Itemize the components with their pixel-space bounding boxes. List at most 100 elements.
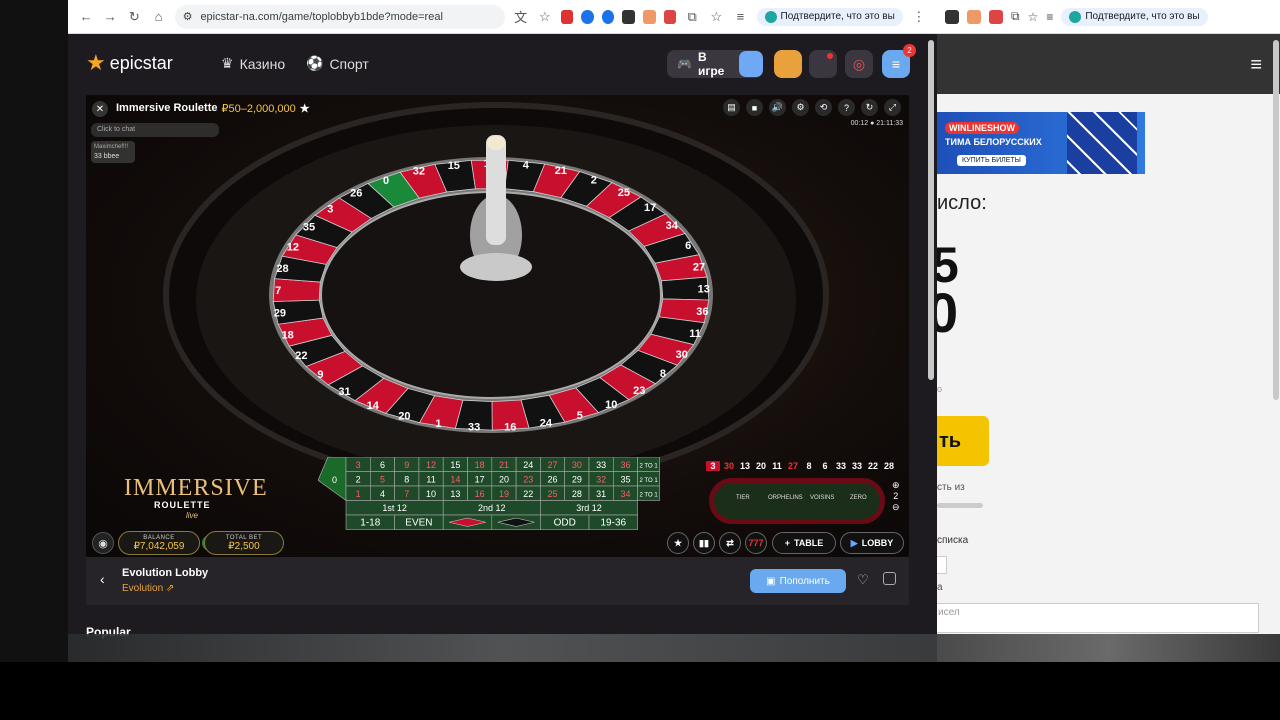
bet-outside-label[interactable]: 19-36 <box>601 518 627 529</box>
in-game-button[interactable]: 🎮 В игре <box>667 50 763 78</box>
bet-cell-number[interactable]: 26 <box>548 475 558 485</box>
nav-casino[interactable]: ♛ Казино <box>221 55 285 72</box>
bet-cell-number[interactable]: 12 <box>426 460 436 470</box>
bet-cell-number[interactable]: 27 <box>548 460 558 470</box>
bet-cell-number[interactable]: 11 <box>426 475 435 485</box>
metamask-icon[interactable] <box>663 9 677 24</box>
bet-cell-number[interactable]: 30 <box>572 460 582 470</box>
minus-icon[interactable]: ⊖ <box>892 502 900 513</box>
reading-list-icon-2[interactable]: ≡ <box>1046 10 1053 24</box>
back-icon[interactable]: ← <box>78 8 94 26</box>
numbers-input[interactable]: исел <box>937 603 1259 633</box>
bet-dozen-label[interactable]: 3rd 12 <box>576 503 602 513</box>
extension-icon-4[interactable] <box>622 9 636 24</box>
chat-toggle-icon[interactable]: ▤ <box>723 99 740 116</box>
page-scrollbar[interactable] <box>928 40 934 380</box>
bet-cell-number[interactable]: 15 <box>450 460 460 470</box>
help-icon[interactable]: ? <box>838 99 855 116</box>
extension-icon-5[interactable] <box>643 9 656 24</box>
chips-icon[interactable]: ◉ <box>92 532 114 554</box>
race-tier[interactable]: TIER <box>736 495 750 501</box>
statistics-icon[interactable]: ▮▮ <box>693 532 715 554</box>
bet-cell-number[interactable]: 3 <box>356 460 361 470</box>
extension-icon-a[interactable] <box>945 9 959 24</box>
translate-icon[interactable]: 文 <box>513 8 529 26</box>
bet-cell-number[interactable]: 10 <box>426 489 436 499</box>
settings-gear-icon[interactable]: ⚙ <box>792 99 809 116</box>
bet-cell-number[interactable]: 21 <box>499 460 509 470</box>
bet-cell-number[interactable]: 28 <box>572 489 582 499</box>
reload-icon[interactable]: ↻ <box>126 8 142 26</box>
bet-cell-number[interactable]: 22 <box>523 489 533 499</box>
notifications-button[interactable] <box>809 50 837 78</box>
bet-cell-number[interactable]: 2 <box>356 475 361 485</box>
betting-table[interactable]: 03 6 9 12 15 18 21 24 27 30 33 36 2 TO 12 5 8 11 14 17 20 2… <box>318 457 688 535</box>
switch-game-icon[interactable]: ⇄ <box>719 532 741 554</box>
extensions-puzzle-icon-2[interactable]: ⧉ <box>1011 9 1020 24</box>
metamask-icon-2[interactable] <box>989 9 1003 24</box>
bet-cell-number[interactable]: 17 <box>475 475 485 485</box>
star-icon[interactable]: ☆ <box>708 8 724 26</box>
bet-dozen-label[interactable]: 1st 12 <box>382 503 407 513</box>
extensions-puzzle-icon[interactable]: ⧉ <box>684 8 700 26</box>
bet-cell-number[interactable]: 9 <box>404 460 409 470</box>
extension-icon-3[interactable] <box>601 9 615 24</box>
race-neighbour-control[interactable]: ⊕ 2 ⊖ <box>892 480 900 513</box>
site-info-icon[interactable]: ⚙ <box>183 10 193 23</box>
forward-icon[interactable]: → <box>102 8 118 26</box>
bet-cell-number[interactable]: 29 <box>572 475 582 485</box>
race-orphelins[interactable]: ORPHELINS <box>768 495 803 501</box>
home-icon[interactable]: ⌂ <box>150 8 166 26</box>
bet-outside-label[interactable]: ODD <box>554 518 576 529</box>
bet-cell-number[interactable]: 5 <box>380 475 385 485</box>
video-icon[interactable]: ■ <box>746 99 763 116</box>
expand-icon[interactable] <box>883 572 896 585</box>
bet-outside-label[interactable]: EVEN <box>405 518 432 529</box>
bet-cell-number[interactable]: 4 <box>380 489 385 499</box>
reading-list-icon[interactable]: ≡ <box>732 8 748 26</box>
bet-cell-number[interactable]: 7 <box>404 489 409 499</box>
bet-cell-number[interactable]: 35 <box>620 475 630 485</box>
bet-zero-label[interactable]: 0 <box>332 475 337 485</box>
plus-icon[interactable]: ⊕ <box>892 480 900 491</box>
bet-cell-number[interactable]: 36 <box>620 460 630 470</box>
site-logo[interactable]: ★ epicstar <box>86 52 173 74</box>
bet-cell-number[interactable]: 16 <box>475 489 485 499</box>
verify-chip-2[interactable]: Подтвердите, что это вы <box>1061 7 1208 26</box>
race-zero[interactable]: ZERO <box>850 495 867 501</box>
bet-cell-number[interactable]: 34 <box>620 489 630 499</box>
provider-link[interactable]: Evolution ⇗ <box>122 583 174 594</box>
fullscreen-icon[interactable]: ⤢ <box>884 99 901 116</box>
deposit-button[interactable]: ▣ Пополнить <box>750 569 846 593</box>
right-scrollbar[interactable] <box>1273 40 1279 400</box>
support-headset-icon[interactable]: ◎ <box>845 50 873 78</box>
bet-cell-number[interactable]: 18 <box>475 460 485 470</box>
bookmark-star-icon[interactable]: ☆ <box>537 8 553 26</box>
chat-input[interactable]: Click to chat <box>91 123 219 137</box>
bet-cell-number[interactable]: 14 <box>450 475 460 485</box>
avatar[interactable] <box>774 50 802 78</box>
bet-column-label[interactable]: 2 TO 1 <box>640 478 659 484</box>
bet-cell-number[interactable]: 31 <box>596 489 606 499</box>
bet-cell-number[interactable]: 33 <box>596 460 606 470</box>
racetrack[interactable] <box>709 478 885 524</box>
hamburger-icon[interactable]: ≡ <box>1250 54 1262 77</box>
bet-cell-number[interactable]: 25 <box>548 489 558 499</box>
browser-menu-icon[interactable]: ⋮ <box>911 8 927 26</box>
banner-button[interactable]: КУПИТЬ БИЛЕТЫ <box>957 155 1026 166</box>
slots-icon[interactable]: 777 <box>745 532 767 554</box>
chevron-left-icon[interactable]: ‹ <box>100 571 105 587</box>
bet-dozen-label[interactable]: 2nd 12 <box>478 503 506 513</box>
bet-cell-number[interactable]: 1 <box>356 489 361 499</box>
extension-icon-1[interactable] <box>560 9 574 24</box>
sound-icon[interactable]: 🔊 <box>769 99 786 116</box>
star-icon-2[interactable]: ☆ <box>1028 10 1039 24</box>
bet-column-label[interactable]: 2 TO 1 <box>640 464 659 470</box>
bet-cell-number[interactable]: 6 <box>380 460 385 470</box>
yellow-action-button[interactable]: ть <box>937 416 989 466</box>
refresh-icon[interactable]: ↻ <box>861 99 878 116</box>
bet-cell-number[interactable]: 24 <box>523 460 533 470</box>
bet-outside-label[interactable]: 1-18 <box>360 518 380 529</box>
bet-cell-number[interactable]: 20 <box>499 475 509 485</box>
extension-icon-2[interactable] <box>581 9 594 24</box>
